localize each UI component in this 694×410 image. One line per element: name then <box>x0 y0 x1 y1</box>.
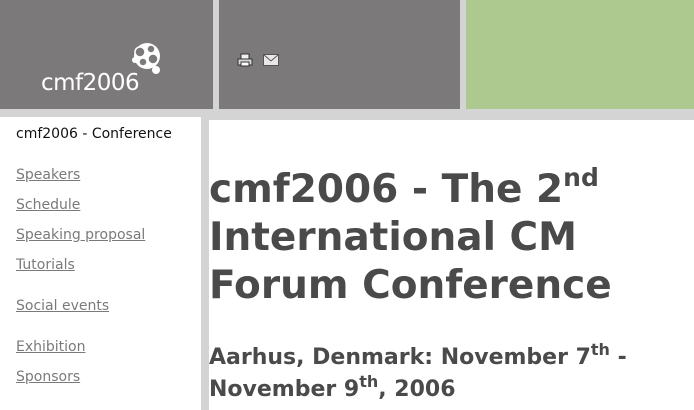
header-green-block <box>466 0 694 109</box>
logo-text: cmf2006 <box>41 70 140 96</box>
sidebar-title: cmf2006 - Conference <box>16 126 172 142</box>
header-toolbar-block <box>219 0 460 109</box>
page-title: cmf2006 - The 2nd International CM Forum … <box>209 162 612 308</box>
sidebar-item-social-events[interactable]: Social events <box>16 298 109 314</box>
print-icon[interactable] <box>237 53 253 67</box>
sidebar-item-sponsors[interactable]: Sponsors <box>16 369 80 385</box>
event-dates: Aarhus, Denmark: November 7th - November… <box>209 340 627 402</box>
sidebar-item-exhibition[interactable]: Exhibition <box>16 339 86 355</box>
header-logo-block: cmf2006 <box>0 0 213 109</box>
sidebar-item-schedule[interactable]: Schedule <box>16 197 80 213</box>
main-content: cmf2006 - The 2nd International CM Forum … <box>209 120 694 410</box>
sidebar: cmf2006 - Conference Speakers Schedule S… <box>0 117 201 410</box>
sidebar-item-tutorials[interactable]: Tutorials <box>16 257 75 273</box>
email-icon[interactable] <box>263 53 279 67</box>
sidebar-item-speakers[interactable]: Speakers <box>16 167 80 183</box>
sidebar-item-speaking-proposal[interactable]: Speaking proposal <box>16 227 145 243</box>
